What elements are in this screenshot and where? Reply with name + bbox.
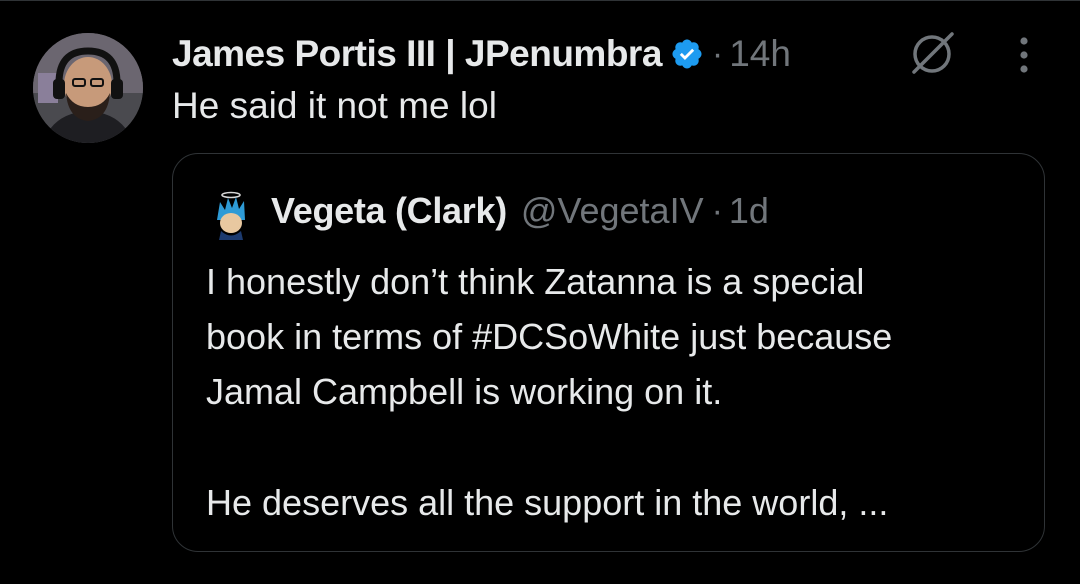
grok-icon[interactable] xyxy=(908,28,958,78)
quoted-text-line: I honestly don’t think Zatanna is a spec… xyxy=(206,261,865,302)
quoted-author-name[interactable]: Vegeta (Clark) xyxy=(271,190,507,232)
verified-badge-icon xyxy=(670,37,704,71)
post-time[interactable]: 14h xyxy=(729,33,791,75)
quoted-separator-dot: · xyxy=(711,191,723,230)
quoted-author-avatar[interactable] xyxy=(209,190,253,240)
quoted-text-line: He deserves all the support in the world… xyxy=(206,482,889,523)
post-header: James Portis III | JPenumbra · 14h xyxy=(172,28,791,80)
more-options-icon[interactable] xyxy=(1010,34,1038,76)
author-name[interactable]: James Portis III | JPenumbra xyxy=(172,33,662,75)
quoted-header: Vegeta (Clark) @VegetaIV · 1d xyxy=(271,186,769,236)
quoted-author-handle[interactable]: @VegetaIV xyxy=(521,190,704,232)
top-divider xyxy=(0,0,1080,1)
author-avatar[interactable] xyxy=(33,33,143,143)
quoted-post-text: I honestly don’t think Zatanna is a spec… xyxy=(206,254,1026,530)
quoted-text-line: Jamal Campbell is working on it. xyxy=(206,371,723,412)
quoted-text-line: book in terms of #DCSoWhite just because xyxy=(206,316,893,357)
quoted-post[interactable]: Vegeta (Clark) @VegetaIV · 1d I honestly… xyxy=(172,153,1045,552)
quoted-post-time: 1d xyxy=(728,190,769,231)
post-text: He said it not me lol xyxy=(172,85,497,126)
separator-dot: · xyxy=(711,34,724,73)
